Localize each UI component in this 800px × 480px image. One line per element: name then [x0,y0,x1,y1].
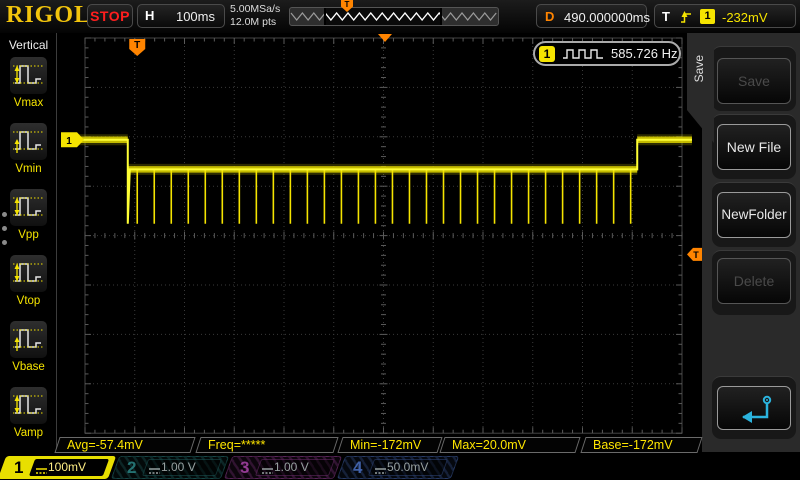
svg-text:T: T [134,40,140,51]
softkey-label: Save [738,73,770,89]
measurement-text: Min=-172mV [350,438,422,452]
channel-scale-value: 1.00 V [161,460,196,474]
waveform-position-bar[interactable] [289,7,499,26]
svg-text:1: 1 [66,136,72,147]
measurement-text: Base=-172mV [593,438,673,452]
softkey-label: NewFolder [721,207,787,222]
sidebar-item-label: Vtop [16,295,41,307]
softkey-label: New File [726,139,782,155]
save-button[interactable]: Save [717,58,791,104]
channel-2-badge[interactable]: 2 1.00 V [110,456,230,480]
trigger-level-value: -232mV [722,9,768,25]
dc-coupling-icon [149,463,160,480]
waveform-preview [290,8,497,25]
sidebar-item-label: Vamp [13,427,44,439]
channel-3-badge[interactable]: 3 1.00 V [223,456,343,480]
rising-edge-icon [681,11,691,23]
channel-1-badge[interactable]: 1 100mV [0,456,117,480]
rigol-logo: RIGOL [6,2,92,28]
channel-4-badge[interactable]: 4 50.0mV [336,456,460,480]
trigger-source-badge: 1 [700,9,715,24]
menu-tab-label: Save [692,55,706,83]
trigger-level-marker[interactable]: T [687,247,702,261]
delay-value: 490.000000ms [564,9,651,25]
channel-number: 3 [240,458,250,477]
ch1-waveform [61,134,692,224]
measurement-text: Avg=-57.4mV [67,438,143,452]
sidebar-item-label: Vmax [13,97,44,109]
memory-depth: 12.0M pts [230,16,277,28]
sidebar-item-label: Vpp [18,229,39,241]
menu-scroll-dots [2,203,7,254]
svg-text:T: T [693,250,699,260]
measurement-base: Base=-172mV [580,437,703,453]
vpp-icon [9,188,48,227]
timebase-value: 100ms [175,9,215,24]
return-arrow-icon [742,396,772,424]
sidebar-title: Vertical [8,38,49,52]
measurement-freq: Freq=***** [195,437,339,453]
dc-coupling-icon [375,463,386,480]
channel-number: 1 [14,458,24,477]
newfolder-button[interactable]: NewFolder [717,192,791,238]
vamp-icon [9,386,48,425]
channel-number: 2 [127,458,137,477]
dc-coupling-icon [262,463,273,480]
vtop-icon [9,254,48,293]
sidebar-item-label: Vbase [12,361,45,373]
measurement-min: Min=-172mV [337,437,443,453]
oscilloscope-screen: RIGOL STOP H 100ms 5.00MSa/s 12.0M pts T… [0,0,800,480]
measure-sidebar: Vertical Vmax Vmin Vpp Vtop Vbase Vamp [0,33,57,452]
vmin-icon [9,122,48,161]
sidebar-item-label: Vmin [15,163,42,175]
channel-scale-value: 50.0mV [387,460,429,474]
delay-label: D [545,9,555,24]
run-state-label: STOP [90,8,130,24]
trigger-label: T [662,9,670,24]
channel-status-bar: 1 100mV 2 1.00 V 3 1.00 V 4 50.0mV [0,453,800,480]
measurement-text: Freq=***** [208,438,266,452]
frequency-counter-badge: 1 585.726 Hz [533,41,681,66]
horizontal-label: H [145,8,155,23]
softkey-label: Delete [733,273,775,289]
channel-scale-value: 1.00 V [274,460,309,474]
measurement-text: Max=20.0mV [452,438,526,452]
horizontal-delay-box[interactable]: D 490.000000ms [536,4,651,28]
square-wave-icon [563,48,603,59]
channel-scale-value: 100mV [48,460,87,474]
horizontal-timebase-box[interactable]: H 100ms [137,4,225,28]
new-file-button[interactable]: New File [717,124,791,170]
run-state-indicator: STOP [87,4,133,28]
trigger-status-box[interactable]: T 1 -232mV [654,4,796,28]
top-status-bar: RIGOL STOP H 100ms 5.00MSa/s 12.0M pts T… [0,0,800,34]
trigger-position-marker[interactable]: T [129,39,146,56]
freq-counter-channel-badge: 1 [539,45,555,62]
channel-number: 4 [353,458,363,477]
dc-coupling-icon [36,463,47,480]
vbase-icon [9,320,48,359]
measurement-max: Max=20.0mV [439,437,581,453]
freq-counter-value: 585.726 Hz [611,46,678,61]
return-arrow-button[interactable] [717,386,791,430]
graticule-plot-area: 1 T T [61,34,702,434]
sample-rate: 5.00MSa/s [230,3,281,15]
measurement-avg: Avg=-57.4mV [54,437,196,453]
sample-rate-readout: 5.00MSa/s 12.0M pts [230,3,280,29]
delete-button[interactable]: Delete [717,258,791,304]
vmax-icon [9,56,48,95]
